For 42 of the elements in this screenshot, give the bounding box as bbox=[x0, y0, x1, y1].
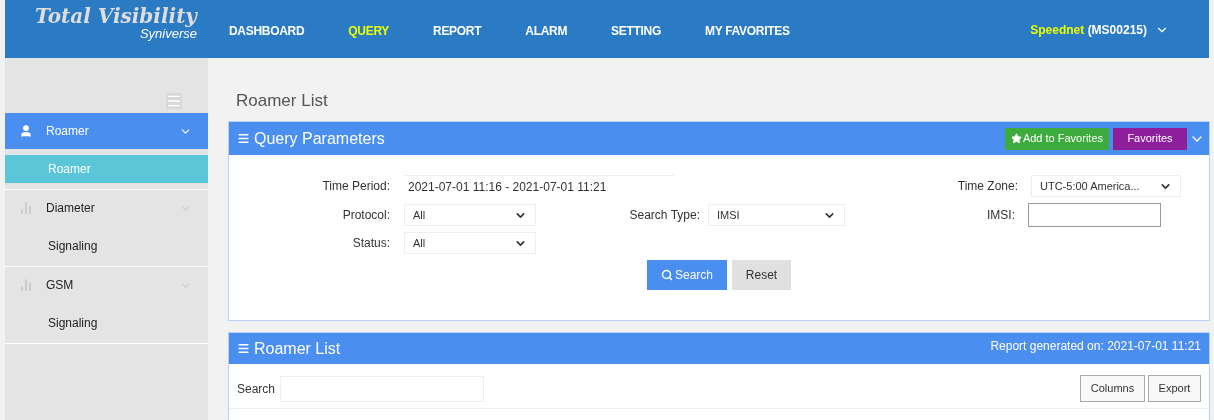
nav-link[interactable]: QUERY bbox=[348, 22, 390, 40]
favorites-button[interactable]: Favorites bbox=[1113, 127, 1187, 150]
columns-button[interactable]: Columns bbox=[1080, 375, 1145, 402]
search-label: Search bbox=[237, 380, 276, 398]
imsi-field[interactable] bbox=[1028, 203, 1161, 227]
panel-title: Roamer List bbox=[254, 338, 341, 359]
field-label: Time Period: bbox=[321, 178, 390, 195]
nav-link[interactable]: MY FAVORITES bbox=[705, 22, 790, 40]
time-zone-select[interactable]: UTC-5:00 America... bbox=[1031, 175, 1181, 197]
signal-icon bbox=[19, 278, 33, 292]
user-icon bbox=[19, 124, 33, 138]
search-icon bbox=[661, 269, 673, 281]
report-timestamp: Report generated on: 2021-07-01 11:21 bbox=[990, 338, 1201, 355]
list-icon bbox=[237, 342, 250, 355]
page-title: Roamer List bbox=[236, 90, 329, 112]
sidebar-group[interactable]: GSM bbox=[5, 267, 208, 303]
list-icon bbox=[237, 132, 250, 145]
sidebar-item[interactable]: Signaling bbox=[5, 309, 208, 337]
nav-link[interactable]: ALARM bbox=[525, 22, 568, 40]
export-button[interactable]: Export bbox=[1148, 375, 1201, 402]
status-select[interactable]: All bbox=[404, 232, 536, 254]
sidebar-item[interactable]: Signaling bbox=[5, 232, 208, 260]
nav-link[interactable]: SETTING bbox=[611, 22, 661, 40]
logo-title: Total Visibility bbox=[35, 6, 197, 26]
menu-icon[interactable] bbox=[166, 93, 182, 109]
field-label: IMSI: bbox=[986, 207, 1015, 224]
signal-icon bbox=[19, 201, 33, 215]
nav-link[interactable]: REPORT bbox=[433, 22, 482, 40]
field-label: Time Zone: bbox=[956, 178, 1018, 195]
star-icon bbox=[1010, 133, 1022, 144]
field-label: Protocol: bbox=[341, 207, 390, 224]
user-account[interactable]: Speednet (MS00215) bbox=[1030, 21, 1147, 39]
logo-subtitle: Syniverse bbox=[139, 26, 197, 43]
field-label: Search Type: bbox=[628, 207, 700, 224]
search-type-select[interactable]: IMSI bbox=[708, 204, 845, 226]
panel-title: Query Parameters bbox=[254, 128, 385, 149]
reset-button[interactable]: Reset bbox=[732, 260, 791, 290]
nav-link[interactable]: DASHBOARD bbox=[229, 22, 305, 40]
field-label: Status: bbox=[351, 235, 390, 252]
time-period-field[interactable]: 2021-07-01 11:16 - 2021-07-01 11:21 bbox=[404, 175, 674, 197]
sidebar-group[interactable]: Diameter bbox=[5, 190, 208, 226]
protocol-select[interactable]: All bbox=[404, 204, 536, 226]
